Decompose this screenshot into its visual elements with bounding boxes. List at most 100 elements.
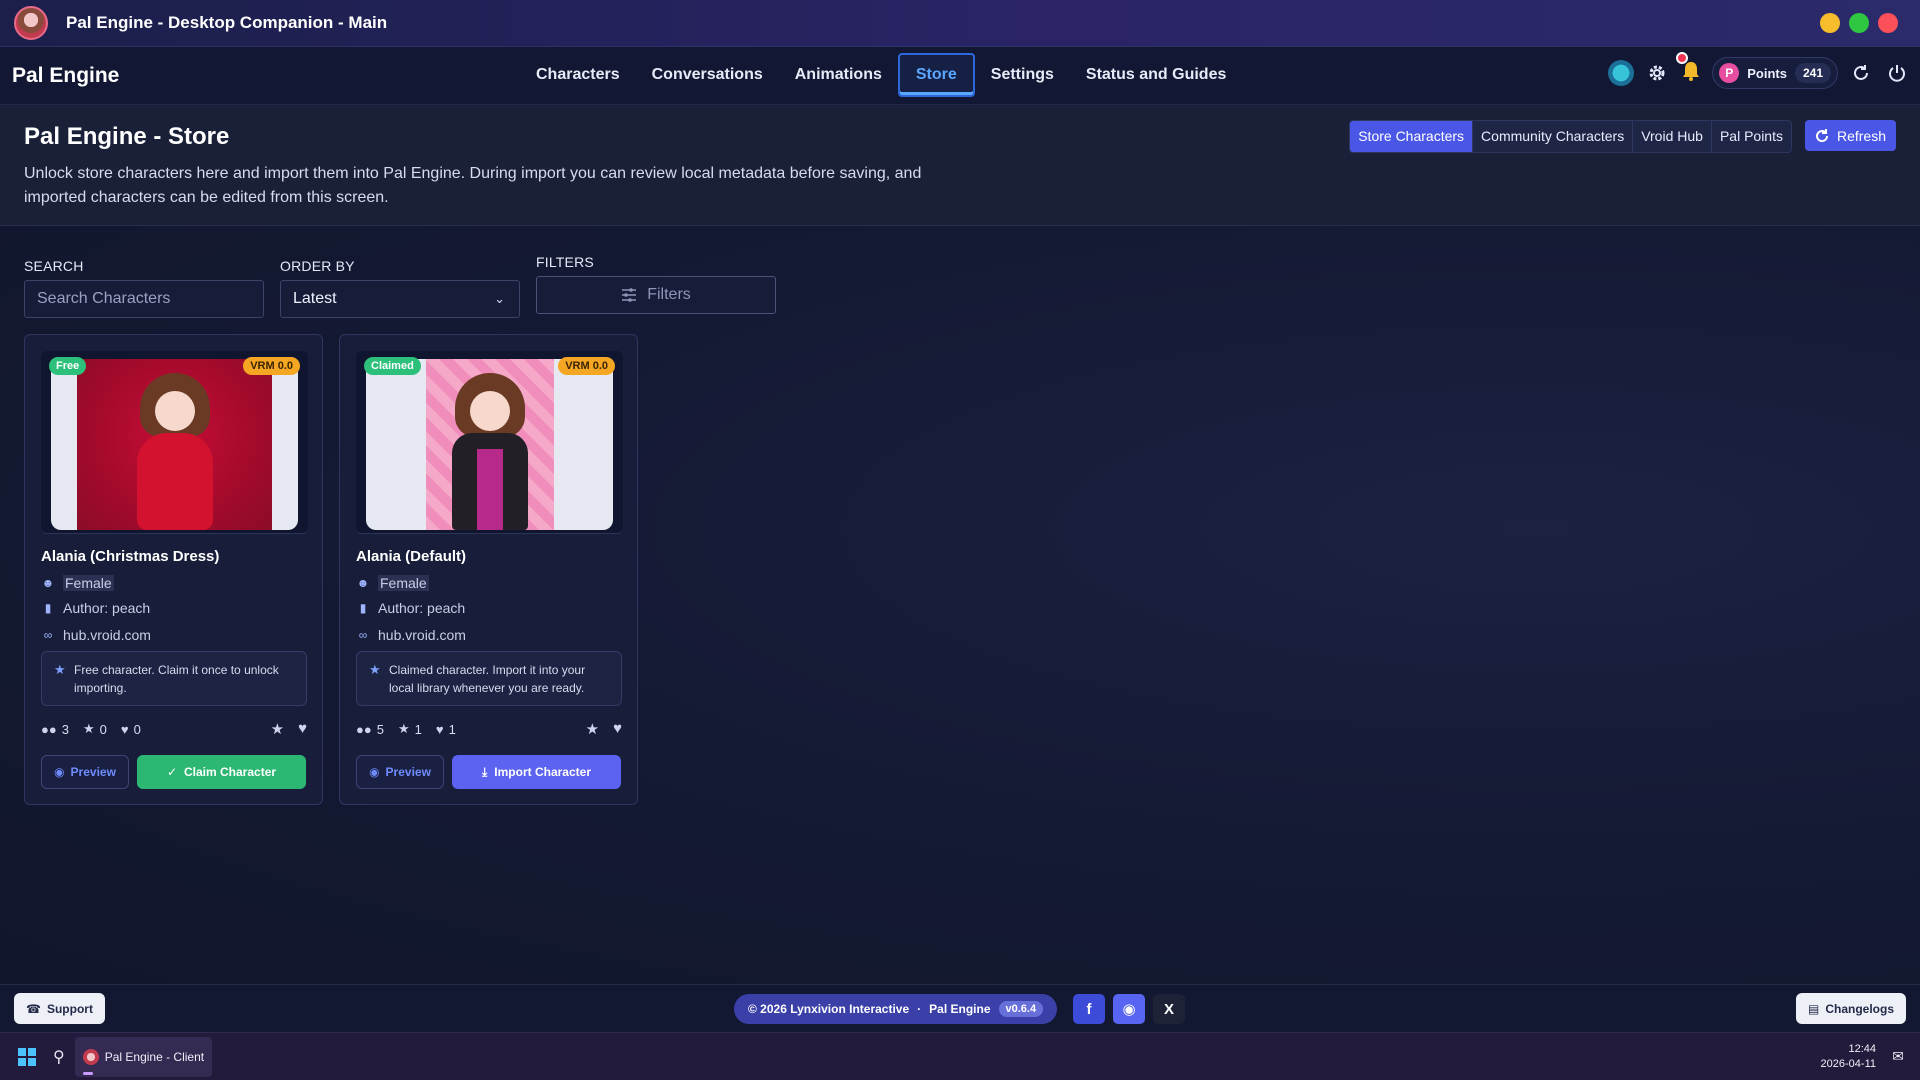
window-title: Pal Engine - Desktop Companion - Main	[66, 13, 388, 32]
app-footer: ☎ Support © 2026 Lynxivion Interactive ·…	[0, 984, 1920, 1032]
nav-status-guides[interactable]: Status and Guides	[1070, 53, 1242, 97]
support-button[interactable]: ☎ Support	[14, 993, 105, 1024]
brand-name[interactable]: Pal Engine	[12, 64, 119, 88]
points-display[interactable]: P Points 241	[1712, 57, 1838, 89]
search-icon[interactable]: ⚲	[53, 1047, 65, 1067]
windows-start-icon[interactable]	[18, 1047, 36, 1066]
x-icon[interactable]: X	[1153, 994, 1185, 1024]
preview-button[interactable]: ◉ Preview	[356, 755, 444, 789]
notification-center-icon[interactable]: ✉	[1892, 1048, 1904, 1065]
character-thumbnail[interactable]	[366, 359, 613, 530]
discord-icon[interactable]: ◉	[1113, 994, 1145, 1024]
nav-store[interactable]: Store	[897, 53, 975, 97]
facebook-icon[interactable]: f	[1073, 994, 1105, 1024]
users-icon: ●●	[356, 721, 372, 737]
close-button[interactable]	[1878, 13, 1898, 33]
page-title: Pal Engine - Store	[24, 123, 230, 150]
order-by-value: Latest	[293, 290, 337, 307]
card-source[interactable]: ∞ hub.vroid.com	[356, 627, 466, 643]
clock-time: 12:44	[1848, 1043, 1876, 1055]
title-bar: Pal Engine - Desktop Companion - Main	[0, 0, 1920, 47]
power-icon[interactable]	[1884, 60, 1910, 86]
heart-icon: ♥	[120, 721, 129, 737]
changelogs-button[interactable]: ▤ Changelogs	[1795, 993, 1906, 1024]
minimize-button[interactable]	[1820, 13, 1840, 33]
character-top	[477, 449, 503, 530]
character-thumbnail[interactable]	[51, 359, 298, 530]
favorite-star-icon[interactable]: ★	[271, 720, 284, 738]
star-icon: ★	[54, 662, 66, 677]
tab-pal-points[interactable]: Pal Points	[1711, 121, 1791, 152]
globe-icon[interactable]	[1608, 60, 1635, 86]
nav-right-tools: P Points 241	[1608, 51, 1910, 89]
like-heart-icon[interactable]: ♥	[613, 720, 622, 738]
maximize-button[interactable]	[1849, 13, 1869, 33]
users-stat: ●● 3	[41, 722, 69, 737]
refresh-label: Refresh	[1836, 127, 1886, 144]
search-label: SEARCH	[24, 258, 84, 274]
source-text[interactable]: hub.vroid.com	[378, 627, 466, 643]
gender-text: Female	[63, 575, 114, 591]
claim-character-button[interactable]: ✓ Claim Character	[137, 755, 306, 789]
character-face	[470, 391, 510, 431]
favorite-star-icon[interactable]: ★	[586, 720, 599, 738]
nav-settings[interactable]: Settings	[975, 53, 1070, 97]
order-by-select[interactable]: Latest ⌄	[280, 280, 520, 318]
eye-icon: ◉	[369, 765, 380, 779]
copyright-text: © 2026 Lynxivion Interactive	[748, 1002, 910, 1016]
search-input[interactable]: Search Characters	[24, 280, 264, 318]
reload-icon[interactable]	[1848, 60, 1874, 86]
users-count: 3	[61, 721, 69, 737]
card-source[interactable]: ∞ hub.vroid.com	[41, 627, 151, 643]
card-name: Alania (Christmas Dress)	[41, 548, 220, 565]
stars-count: 1	[414, 721, 422, 737]
link-icon: ∞	[358, 628, 368, 642]
users-icon: ●●	[41, 721, 57, 737]
import-character-button[interactable]: ⤓ Import Character	[452, 755, 621, 789]
refresh-icon	[1816, 128, 1828, 142]
app-avatar-icon	[82, 1048, 99, 1065]
card-author: ▮ Author: peach	[356, 600, 465, 616]
filters-label: FILTERS	[536, 254, 594, 270]
id-badge-icon: ▮	[44, 601, 52, 615]
like-heart-icon[interactable]: ♥	[298, 720, 307, 738]
card-stats: ●● 5 ★ 1 ♥ 1 ★ ♥	[356, 720, 622, 738]
user-icon: ☻	[356, 576, 370, 590]
nav-animations[interactable]: Animations	[779, 53, 898, 97]
system-clock[interactable]: 12:44 2026-04-11	[1821, 1042, 1876, 1072]
stars-count: 0	[99, 721, 107, 737]
os-taskbar: ⚲ Pal Engine - Client 12:44 2026-04-11 ✉	[0, 1032, 1920, 1080]
taskbar-app-button[interactable]: Pal Engine - Client	[74, 1036, 213, 1077]
star-icon: ★	[397, 721, 410, 736]
heart-icon: ♥	[435, 721, 444, 737]
nav-conversations[interactable]: Conversations	[636, 53, 779, 97]
product-name: Pal Engine	[929, 1002, 991, 1016]
notifications-button[interactable]	[1676, 51, 1702, 87]
nav-characters[interactable]: Characters	[520, 53, 636, 97]
refresh-button[interactable]: Refresh	[1804, 120, 1896, 151]
support-label: Support	[46, 1001, 93, 1016]
filters-button[interactable]: Filters	[536, 276, 776, 314]
tab-community-characters[interactable]: Community Characters	[1473, 121, 1634, 152]
tab-vroid-hub[interactable]: Vroid Hub	[1633, 121, 1712, 152]
store-tabs: Store Characters Community Characters Vr…	[1349, 120, 1792, 153]
preview-label: Preview	[70, 765, 116, 779]
vrm-badge: VRM 0.0	[558, 357, 615, 375]
likes-stat: ♥ 1	[436, 722, 456, 737]
vrm-badge: VRM 0.0	[243, 357, 300, 375]
card-gender: ☻ Female	[356, 575, 429, 591]
note-text: Claimed character. Import it into your l…	[389, 663, 586, 695]
card-gender: ☻ Female	[41, 575, 114, 591]
preview-label: Preview	[385, 765, 431, 779]
link-icon: ∞	[43, 628, 53, 642]
character-art	[426, 359, 554, 530]
source-text[interactable]: hub.vroid.com	[63, 627, 151, 643]
tab-store-characters[interactable]: Store Characters	[1350, 121, 1474, 152]
gear-icon[interactable]	[1644, 60, 1670, 86]
book-icon: ▤	[1807, 1001, 1820, 1016]
support-icon: ☎	[26, 1001, 41, 1016]
character-card: Claimed VRM 0.0 Alania (Default) ☻ Femal…	[339, 334, 638, 805]
likes-count: 1	[448, 721, 456, 737]
likes-stat: ♥ 0	[121, 722, 141, 737]
preview-button[interactable]: ◉ Preview	[41, 755, 129, 789]
